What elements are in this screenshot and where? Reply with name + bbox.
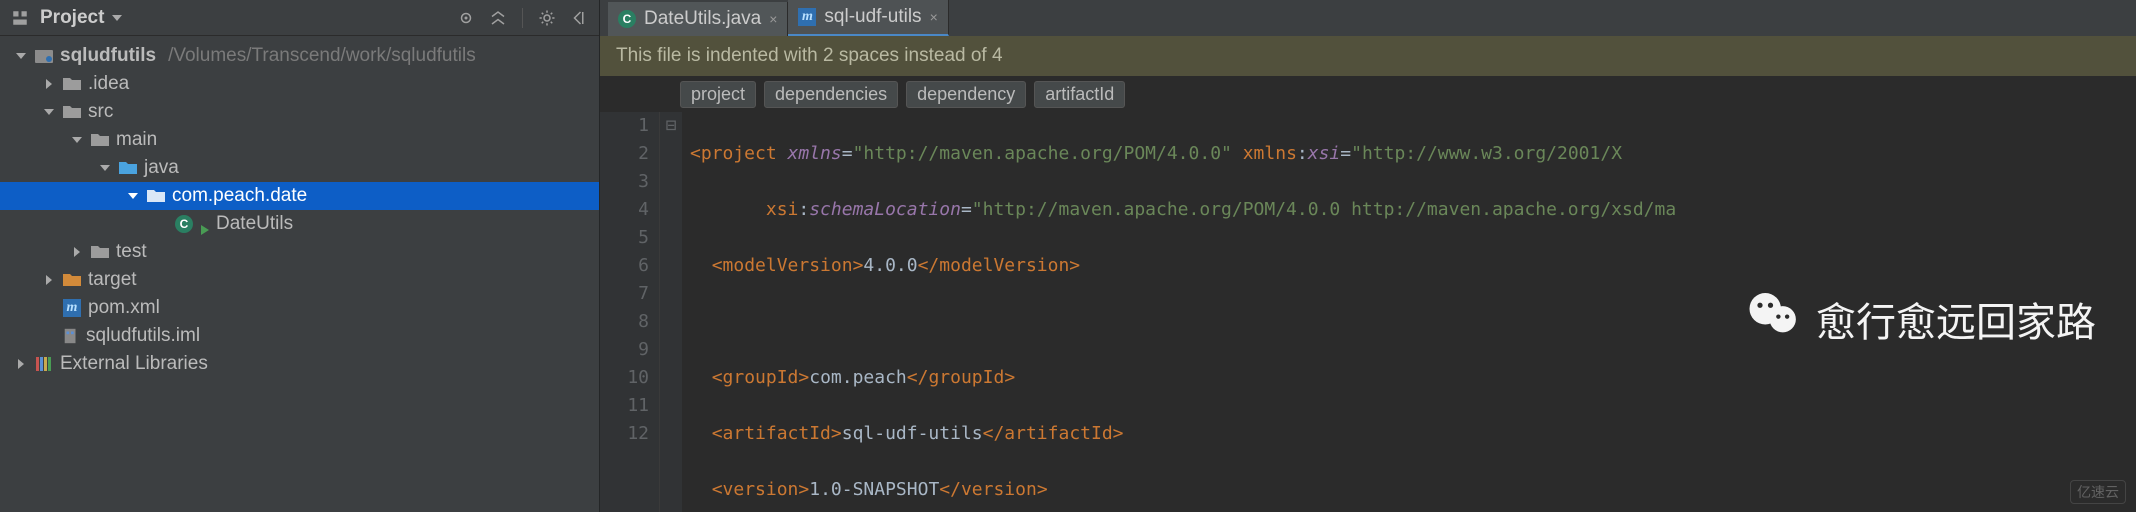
tree-root[interactable]: sqludfutils /Volumes/Transcend/work/sqlu… bbox=[0, 42, 599, 70]
folder-icon bbox=[90, 242, 110, 262]
chevron-right-icon[interactable] bbox=[42, 77, 56, 91]
tree-node-class[interactable]: C DateUtils bbox=[0, 210, 599, 238]
maven-icon: m bbox=[62, 298, 82, 318]
corner-badge: 亿速云 bbox=[2070, 480, 2126, 504]
package-icon bbox=[146, 186, 166, 206]
breadcrumb-bar: project dependencies dependency artifact… bbox=[600, 76, 2136, 112]
tree-node-java[interactable]: java bbox=[0, 154, 599, 182]
project-panel: Project sqludfutils /Volumes/Transcend/w… bbox=[0, 0, 600, 512]
close-icon[interactable]: × bbox=[930, 9, 938, 25]
tree-node-src[interactable]: src bbox=[0, 98, 599, 126]
tree-node-idea[interactable]: .idea bbox=[0, 70, 599, 98]
editor-tabs: C DateUtils.java × m sql-udf-utils × bbox=[600, 0, 2136, 36]
chevron-down-icon[interactable] bbox=[98, 161, 112, 175]
chevron-right-icon[interactable] bbox=[42, 273, 56, 287]
runnable-icon bbox=[200, 219, 210, 229]
tab-label: sql-udf-utils bbox=[824, 6, 921, 28]
watermark: 愈行愈远回家路 bbox=[1746, 286, 2096, 352]
crumb-artifactid[interactable]: artifactId bbox=[1034, 81, 1125, 108]
excluded-folder-icon bbox=[62, 270, 82, 290]
tree-node-ext-libs[interactable]: External Libraries bbox=[0, 350, 599, 378]
hide-panel-icon[interactable] bbox=[567, 6, 591, 30]
tab-dateutils[interactable]: C DateUtils.java × bbox=[608, 2, 788, 36]
collapse-all-icon[interactable] bbox=[486, 6, 510, 30]
maven-icon: m bbox=[798, 8, 816, 26]
tree-node-iml[interactable]: sqludfutils.iml bbox=[0, 322, 599, 350]
folder-icon bbox=[90, 130, 110, 150]
chevron-down-icon[interactable] bbox=[126, 189, 140, 203]
tree-node-package[interactable]: com.peach.date bbox=[0, 182, 599, 210]
folder-icon bbox=[62, 102, 82, 122]
project-view-icon[interactable] bbox=[8, 6, 32, 30]
fold-column[interactable]: ⊟ bbox=[660, 112, 682, 512]
panel-title: Project bbox=[40, 7, 104, 29]
close-icon[interactable]: × bbox=[769, 11, 777, 27]
editor-area: C DateUtils.java × m sql-udf-utils × Thi… bbox=[600, 0, 2136, 512]
crumb-project[interactable]: project bbox=[680, 81, 756, 108]
source-folder-icon bbox=[118, 158, 138, 178]
tree-node-pom[interactable]: m pom.xml bbox=[0, 294, 599, 322]
libraries-icon bbox=[34, 354, 54, 374]
chevron-down-icon[interactable] bbox=[112, 13, 122, 23]
chevron-down-icon[interactable] bbox=[70, 133, 84, 147]
tab-label: DateUtils.java bbox=[644, 8, 761, 30]
class-icon: C bbox=[618, 10, 636, 28]
locate-icon[interactable] bbox=[454, 6, 478, 30]
module-icon bbox=[34, 46, 54, 66]
class-icon: C bbox=[174, 214, 194, 234]
tree-node-main[interactable]: main bbox=[0, 126, 599, 154]
chevron-down-icon[interactable] bbox=[42, 105, 56, 119]
crumb-dependencies[interactable]: dependencies bbox=[764, 81, 898, 108]
project-tree: sqludfutils /Volumes/Transcend/work/sqlu… bbox=[0, 36, 599, 512]
tree-node-target[interactable]: target bbox=[0, 266, 599, 294]
chevron-right-icon[interactable] bbox=[14, 357, 28, 371]
chevron-right-icon[interactable] bbox=[70, 245, 84, 259]
panel-header: Project bbox=[0, 0, 599, 36]
folder-icon bbox=[62, 74, 82, 94]
tree-node-test[interactable]: test bbox=[0, 238, 599, 266]
chevron-down-icon[interactable] bbox=[14, 49, 28, 63]
crumb-dependency[interactable]: dependency bbox=[906, 81, 1026, 108]
line-gutter: 123456789101112 bbox=[600, 112, 660, 512]
iml-file-icon bbox=[62, 327, 80, 345]
gear-icon[interactable] bbox=[535, 6, 559, 30]
wechat-icon bbox=[1746, 286, 1802, 352]
indent-warning-banner[interactable]: This file is indented with 2 spaces inst… bbox=[600, 36, 2136, 76]
tab-sql-udf-utils[interactable]: m sql-udf-utils × bbox=[788, 0, 948, 36]
